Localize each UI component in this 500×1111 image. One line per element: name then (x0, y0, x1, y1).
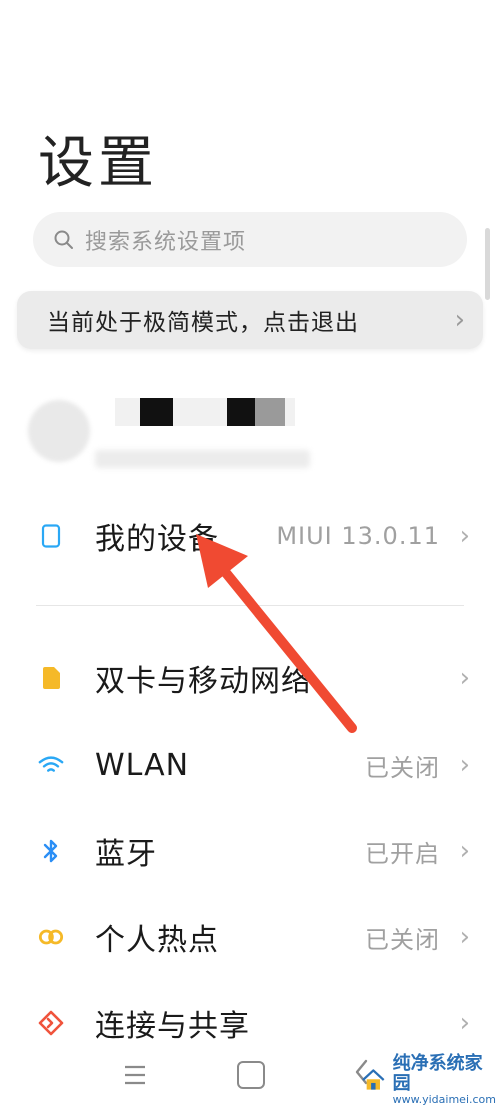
settings-row-hotspot[interactable]: 个人热点 已关闭 › (0, 907, 500, 967)
settings-row-value: 已关闭 (365, 925, 440, 954)
chevron-right-icon: › (459, 521, 470, 551)
phone-icon (38, 523, 64, 549)
divider (36, 605, 464, 606)
scrollbar[interactable] (485, 228, 490, 300)
bluetooth-icon (38, 838, 64, 864)
watermark-title: 纯净系统家园 (392, 1053, 483, 1094)
account-name-redacted (115, 398, 295, 426)
simple-mode-label: 当前处于极简模式，点击退出 (47, 310, 359, 336)
sim-card-icon (38, 665, 64, 691)
hotspot-icon (38, 924, 64, 950)
settings-row-wlan[interactable]: WLAN 已关闭 › (0, 735, 500, 795)
chevron-right-icon: › (459, 663, 470, 693)
watermark-url: www.yidaimei.com (392, 1092, 496, 1106)
wifi-icon (38, 752, 64, 778)
avatar (28, 400, 90, 462)
menu-icon[interactable] (120, 1063, 150, 1087)
account-row[interactable] (0, 380, 500, 480)
search-bar[interactable]: 搜索系统设置项 (33, 212, 467, 267)
share-icon (38, 1010, 64, 1036)
simple-mode-banner[interactable]: 当前处于极简模式，点击退出 › (17, 291, 483, 349)
chevron-right-icon: › (459, 836, 470, 866)
search-icon (54, 230, 73, 249)
my-device-row[interactable]: 我的设备 MIUI 13.0.11 › (0, 506, 500, 566)
site-watermark: 纯净系统家园 www.yidaimei.com (360, 1053, 496, 1106)
chevron-right-icon: › (454, 305, 465, 335)
settings-row-value: 已开启 (365, 839, 440, 868)
miui-version: MIUI 13.0.11 (276, 522, 440, 550)
chevron-right-icon: › (459, 922, 470, 952)
search-placeholder: 搜索系统设置项 (85, 229, 247, 255)
home-button[interactable] (237, 1061, 265, 1089)
chevron-right-icon: › (459, 1008, 470, 1038)
my-device-label: 我的设备 (95, 522, 219, 557)
settings-row-sim[interactable]: 双卡与移动网络 › (0, 648, 500, 708)
account-subtitle-redacted (95, 450, 310, 468)
house-logo-icon (362, 1069, 385, 1090)
settings-row-label: WLAN (95, 747, 190, 783)
settings-row-value: 已关闭 (365, 753, 440, 782)
settings-row-bluetooth[interactable]: 蓝牙 已开启 › (0, 821, 500, 881)
settings-row-label: 个人热点 (95, 923, 219, 958)
page-title: 设置 (38, 131, 158, 196)
settings-row-label: 蓝牙 (95, 837, 157, 872)
chevron-right-icon: › (459, 750, 470, 780)
settings-row-share[interactable]: 连接与共享 › (0, 993, 500, 1053)
settings-row-label: 双卡与移动网络 (95, 664, 312, 699)
settings-row-label: 连接与共享 (95, 1009, 250, 1044)
